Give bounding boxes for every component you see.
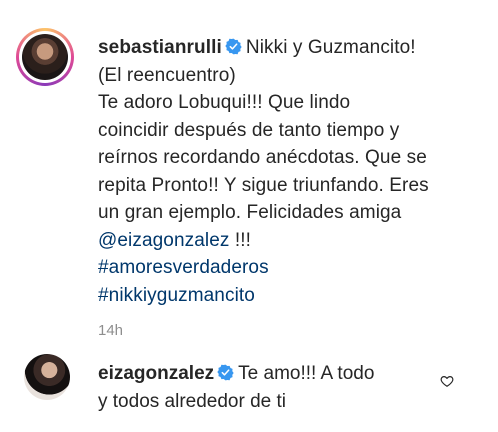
avatar[interactable]	[24, 354, 70, 400]
verified-badge-icon	[217, 364, 234, 381]
username-link[interactable]: eizagonzalez	[98, 363, 214, 384]
mention-line: @eizagonzalez !!!	[98, 227, 478, 255]
caption-line: Nikki y Guzmancito!	[245, 37, 416, 58]
caption-line: coincidir después de tanto tiempo y	[98, 119, 400, 141]
hashtag-link[interactable]: #nikkiyguzmancito	[98, 282, 478, 310]
mention-link[interactable]: @eizagonzalez	[98, 230, 230, 251]
hashtag-link[interactable]: #amoresverdaderos	[98, 254, 478, 282]
caption-line: repita Pronto!! Y sigue triunfando. Eres	[98, 174, 429, 196]
caption-line: (El reencuentro)	[98, 64, 236, 86]
caption-line: reírnos recordando anécdotas. Que se	[98, 147, 427, 168]
timestamp[interactable]: 14h	[98, 322, 123, 339]
mention-suffix: !!!	[229, 229, 252, 251]
story-ring[interactable]	[16, 28, 74, 86]
reply-line: Te amo!!! A todo	[238, 363, 375, 384]
reply-line: y todos alrededor de ti	[98, 390, 287, 412]
username-link[interactable]: sebastianrulli	[98, 37, 222, 58]
avatar[interactable]	[22, 34, 68, 80]
caption-line: Te adoro Lobuqui!!! Que lindo	[98, 92, 351, 113]
heart-outline-icon[interactable]	[440, 374, 454, 388]
reply-text: eizagonzalez Te amo!!! A todo y todos al…	[98, 360, 428, 415]
caption-line: un gran ejemplo. Felicidades amiga	[98, 202, 402, 223]
caption-text: sebastianrulli Nikki y Guzmancito! (El r…	[98, 34, 478, 309]
verified-badge-icon	[225, 38, 242, 55]
avatar-ring-inner	[19, 31, 71, 83]
